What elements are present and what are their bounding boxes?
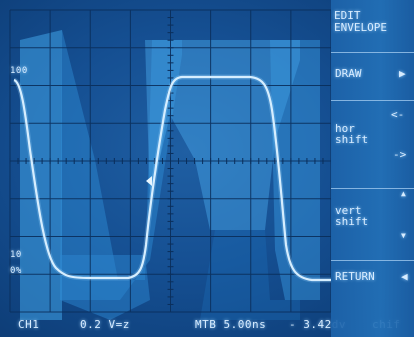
draw-softkey[interactable]: DRAW ▶ [331, 53, 414, 99]
timebase-label: MTB 5.00ns [195, 318, 267, 331]
envelope-mask [60, 255, 150, 320]
level-label-0: 0% [10, 266, 22, 276]
return-label: RETURN [335, 270, 375, 283]
volts-per-div: 0.2 V=z [80, 318, 130, 331]
hor-shift-left-arrow: <- [391, 108, 405, 121]
menu-header-line2: ENVELOPE [334, 21, 387, 34]
hor-shift-right-arrow: -> [393, 148, 407, 161]
menu-header-line1: EDIT [334, 9, 361, 22]
arrow-down-icon: ▼ [401, 231, 406, 240]
hor-shift-label-line2: shift [335, 133, 369, 146]
return-softkey[interactable]: RETURN ◀ [331, 261, 414, 291]
arrow-up-icon: ▲ [401, 189, 406, 198]
hor-shift-softkey[interactable]: <- hor shift -> [331, 101, 414, 187]
triangle-right-icon: ▶ [399, 67, 406, 80]
vert-shift-softkey[interactable]: ▲ vert shift ▼ [331, 189, 414, 259]
level-label-10: 10 [10, 250, 22, 260]
channel-label: CH1 [18, 318, 40, 331]
triangle-left-icon: ◀ [401, 270, 408, 283]
level-label-100: 100 [10, 66, 28, 76]
vert-shift-label-line2: shift [335, 215, 369, 228]
draw-label: DRAW [335, 67, 362, 80]
